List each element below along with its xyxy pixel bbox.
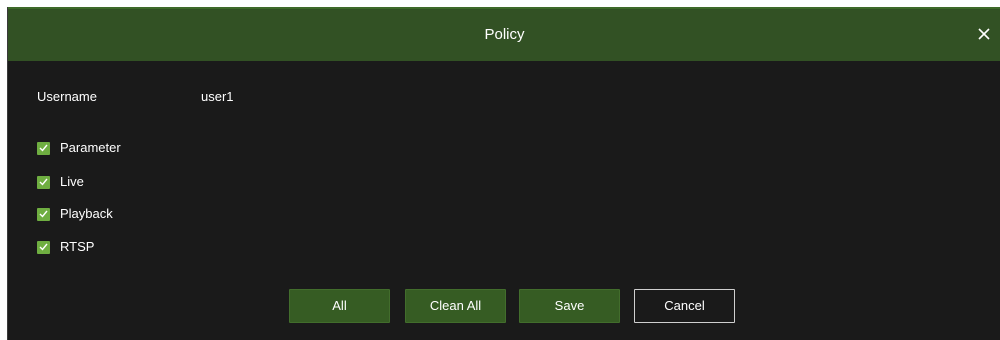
close-icon xyxy=(978,28,990,40)
username-label: Username xyxy=(37,89,97,104)
parameter-label: Parameter xyxy=(60,140,121,155)
clean-all-button[interactable]: Clean All xyxy=(405,289,506,323)
checkmark-icon xyxy=(39,178,48,186)
policy-dialog: Policy Username user1 Parameter Live Pla… xyxy=(7,7,1000,340)
live-checkbox[interactable] xyxy=(37,175,50,189)
dialog-titlebar: Policy xyxy=(8,7,1000,61)
permission-live[interactable]: Live xyxy=(37,172,84,192)
checkmark-icon xyxy=(39,144,48,152)
checkmark-icon xyxy=(39,243,48,251)
cancel-button[interactable]: Cancel xyxy=(634,289,735,323)
playback-label: Playback xyxy=(60,206,113,221)
close-button[interactable] xyxy=(973,23,995,45)
rtsp-checkbox[interactable] xyxy=(37,240,50,254)
permission-playback[interactable]: Playback xyxy=(37,204,113,224)
permission-rtsp[interactable]: RTSP xyxy=(37,237,94,257)
username-value: user1 xyxy=(201,89,234,104)
playback-checkbox[interactable] xyxy=(37,207,50,221)
checkmark-icon xyxy=(39,210,48,218)
dialog-title: Policy xyxy=(484,26,525,43)
live-label: Live xyxy=(60,174,84,189)
permission-parameter[interactable]: Parameter xyxy=(37,138,121,158)
save-button[interactable]: Save xyxy=(519,289,620,323)
rtsp-label: RTSP xyxy=(60,239,95,254)
all-button[interactable]: All xyxy=(289,289,390,323)
parameter-checkbox[interactable] xyxy=(37,141,50,155)
